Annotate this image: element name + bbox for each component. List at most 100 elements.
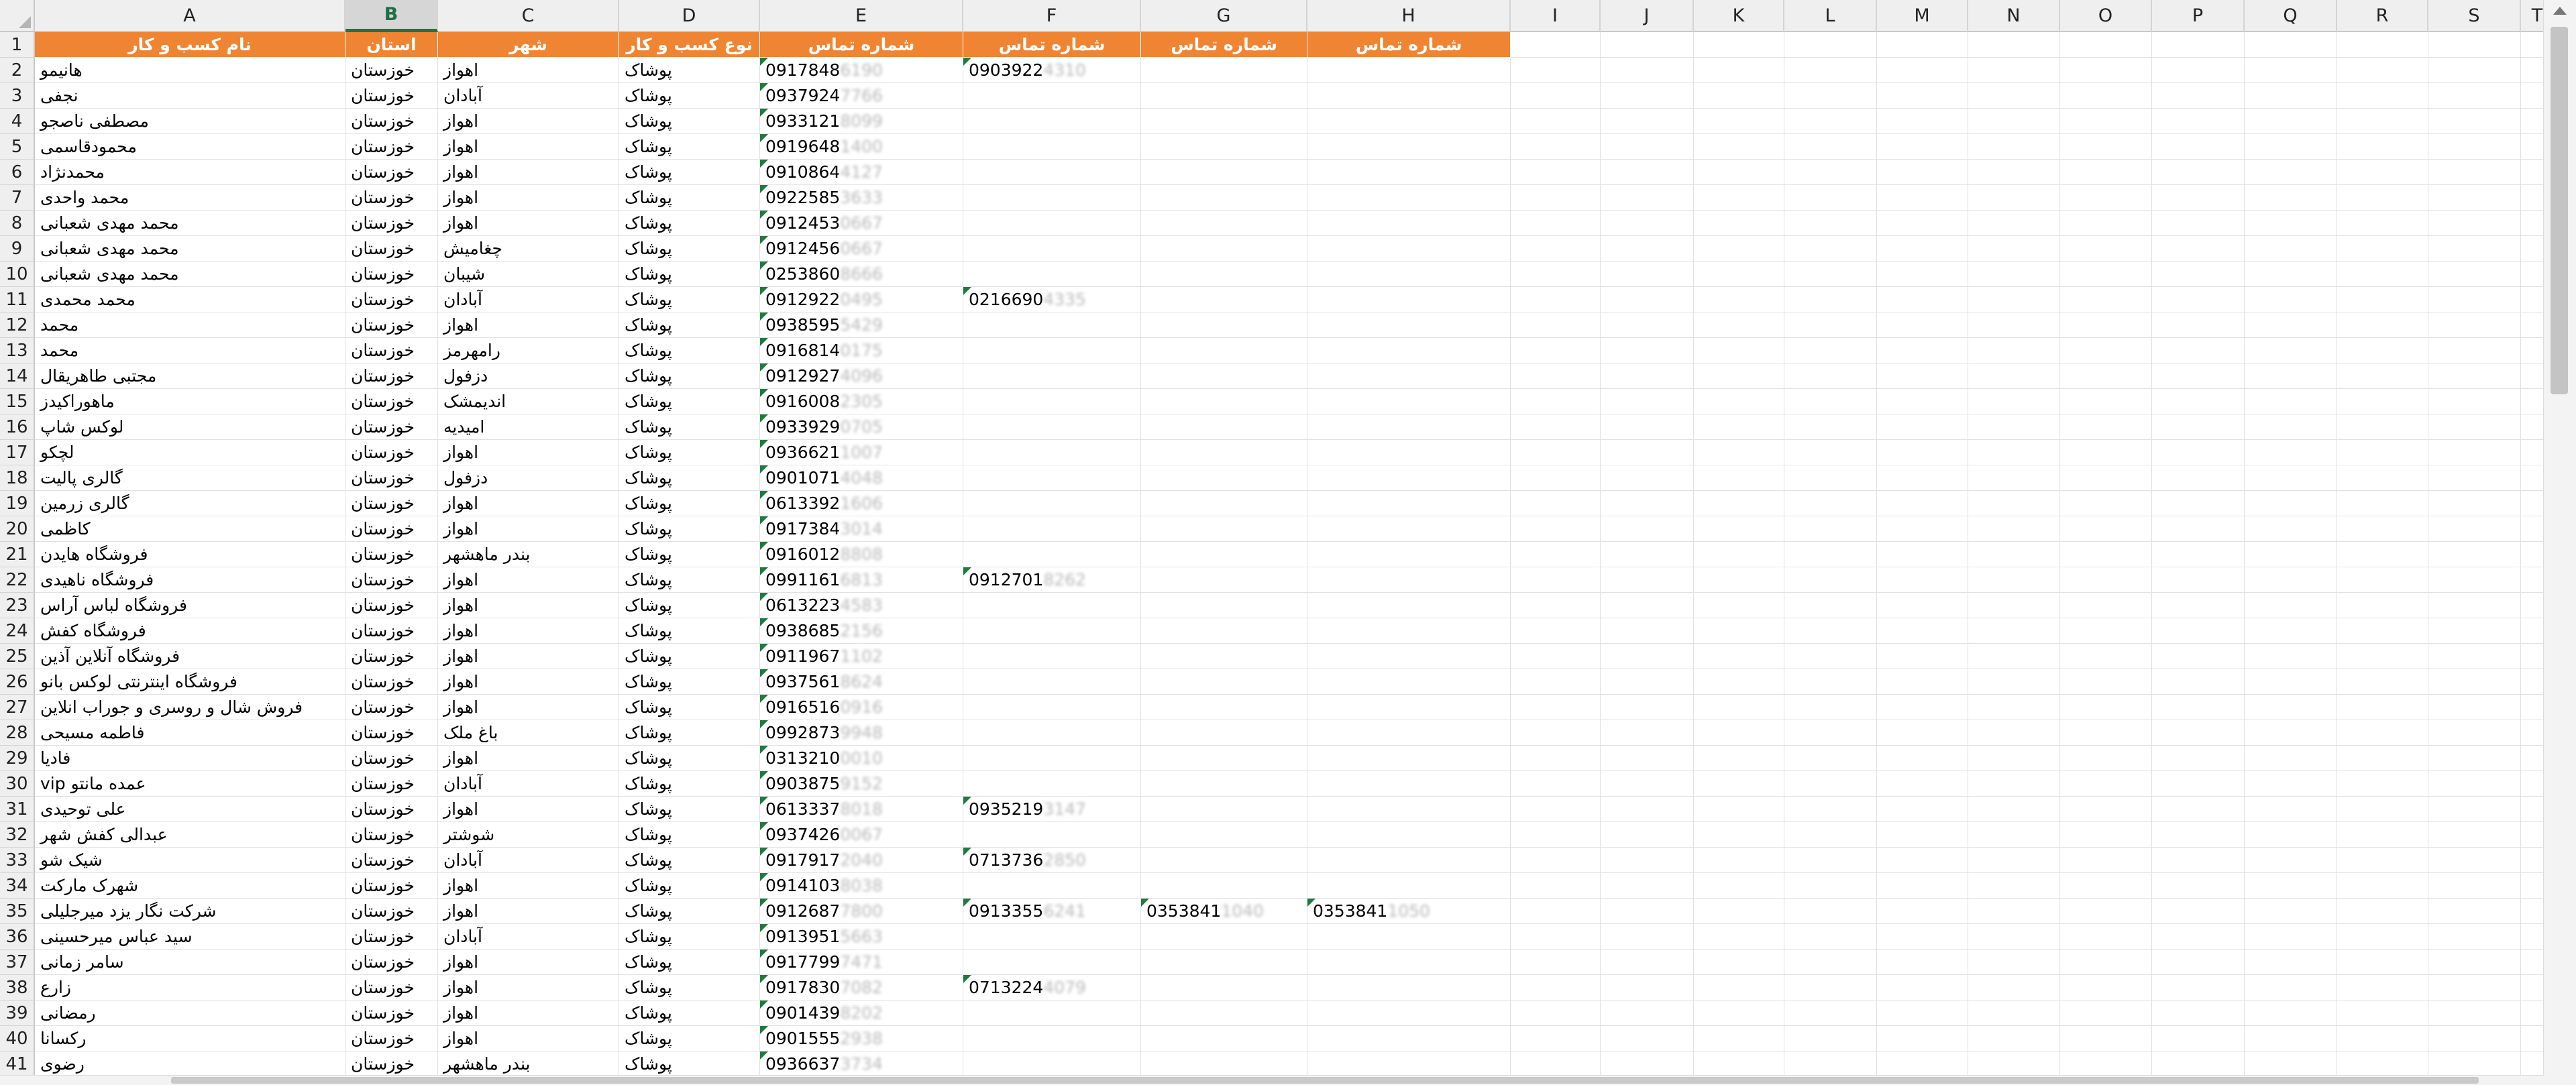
cell-empty[interactable]	[1694, 924, 1784, 950]
business-type-cell[interactable]: پوشاک	[619, 695, 760, 720]
cell-empty[interactable]	[2060, 873, 2152, 899]
city-cell[interactable]: اهواز	[438, 109, 619, 134]
phone-4-cell[interactable]	[1307, 516, 1511, 542]
phone-cell[interactable]: 09124560667	[760, 236, 963, 262]
cell-empty[interactable]	[1784, 822, 1877, 848]
cell-empty[interactable]	[1968, 848, 2060, 873]
cell-empty[interactable]	[1877, 363, 1968, 389]
cell-empty[interactable]	[2337, 414, 2428, 440]
cell-empty[interactable]	[1877, 899, 1968, 924]
column-header-i[interactable]: I	[1511, 0, 1601, 32]
city-cell[interactable]: اهواز	[438, 516, 619, 542]
phone-3-cell[interactable]	[1141, 185, 1307, 211]
phone-cell[interactable]: 09173843014	[760, 516, 963, 542]
column-header-a[interactable]: A	[35, 0, 345, 32]
cell-empty[interactable]	[2428, 950, 2521, 975]
business-name-cell[interactable]: فروشگاه هایدن	[35, 542, 345, 567]
row-header[interactable]: 33	[0, 848, 35, 873]
cell-empty[interactable]	[1968, 873, 2060, 899]
cell-empty[interactable]	[1601, 975, 1694, 1001]
phone-cell[interactable]: 09129220495	[760, 287, 963, 312]
cell-empty[interactable]	[2245, 109, 2337, 134]
province-cell[interactable]: خوزستان	[345, 440, 438, 465]
phone-cell[interactable]: 09015552938	[760, 1026, 963, 1051]
phone-2-cell[interactable]	[963, 1026, 1141, 1051]
row-header[interactable]: 22	[0, 567, 35, 593]
province-cell[interactable]: خوزستان	[345, 1051, 438, 1077]
cell-empty[interactable]	[2245, 211, 2337, 236]
phone-4-cell[interactable]	[1307, 236, 1511, 262]
row-header[interactable]: 26	[0, 669, 35, 695]
phone-3-cell[interactable]	[1141, 58, 1307, 83]
cell-empty[interactable]	[1694, 669, 1784, 695]
cell-empty[interactable]	[2428, 567, 2521, 593]
cell-empty[interactable]	[2152, 465, 2245, 491]
cell-empty[interactable]	[2428, 542, 2521, 567]
phone-3-cell[interactable]	[1141, 669, 1307, 695]
city-cell[interactable]: چغامیش	[438, 236, 619, 262]
row-header[interactable]: 3	[0, 83, 35, 109]
cell-empty[interactable]	[1601, 109, 1694, 134]
vertical-scroll-thumb[interactable]	[2551, 27, 2568, 394]
phone-2-cell[interactable]	[963, 160, 1141, 185]
business-name-cell[interactable]: فروشگاه آنلاین آذین	[35, 644, 345, 669]
cell-empty[interactable]	[1601, 848, 1694, 873]
cell-empty[interactable]	[1694, 491, 1784, 516]
cell-empty[interactable]	[1877, 924, 1968, 950]
cell-empty[interactable]	[1784, 899, 1877, 924]
row-header[interactable]: 39	[0, 1001, 35, 1026]
business-name-cell[interactable]: گالری زرمین	[35, 491, 345, 516]
phone-3-cell[interactable]	[1141, 593, 1307, 618]
city-cell[interactable]: رامهرمز	[438, 338, 619, 363]
cell-empty[interactable]	[2428, 465, 2521, 491]
cell-empty[interactable]	[2337, 720, 2428, 746]
cell-empty[interactable]	[2060, 338, 2152, 363]
cell-empty[interactable]	[2428, 669, 2521, 695]
cell-empty[interactable]	[2428, 644, 2521, 669]
cell-empty[interactable]	[1784, 465, 1877, 491]
cell-empty[interactable]	[2337, 975, 2428, 1001]
business-type-cell[interactable]: پوشاک	[619, 287, 760, 312]
business-name-cell[interactable]: محمد	[35, 312, 345, 338]
cell-empty[interactable]	[2245, 185, 2337, 211]
row-header[interactable]: 36	[0, 924, 35, 950]
phone-2-cell[interactable]	[963, 389, 1141, 414]
business-name-cell[interactable]: عمده مانتو vip	[35, 771, 345, 797]
province-cell[interactable]: خوزستان	[345, 848, 438, 873]
cell-empty[interactable]	[1511, 1051, 1601, 1077]
cell-empty[interactable]	[1511, 516, 1601, 542]
phone-2-cell[interactable]	[963, 873, 1141, 899]
business-name-cell[interactable]: گالری پالیت	[35, 465, 345, 491]
business-name-cell[interactable]: فروش شال و روسری و جوراب انلاین	[35, 695, 345, 720]
province-cell[interactable]: خوزستان	[345, 975, 438, 1001]
phone-2-cell[interactable]	[963, 924, 1141, 950]
business-type-cell[interactable]: پوشاک	[619, 440, 760, 465]
business-name-cell[interactable]: نجفی	[35, 83, 345, 109]
province-cell[interactable]: خوزستان	[345, 924, 438, 950]
cell-empty[interactable]	[2245, 873, 2337, 899]
cell-empty[interactable]	[1968, 160, 2060, 185]
cell-empty[interactable]	[2060, 542, 2152, 567]
cell-empty[interactable]	[1694, 542, 1784, 567]
cell-empty[interactable]	[2060, 567, 2152, 593]
city-cell[interactable]: اهواز	[438, 797, 619, 822]
cell-empty[interactable]	[1511, 848, 1601, 873]
cell-empty[interactable]	[1601, 695, 1694, 720]
cell-empty[interactable]	[1968, 746, 2060, 771]
phone-2-cell[interactable]	[963, 746, 1141, 771]
cell-empty[interactable]	[2245, 771, 2337, 797]
phone-4-cell[interactable]	[1307, 465, 1511, 491]
business-type-cell[interactable]: پوشاک	[619, 516, 760, 542]
business-name-cell[interactable]: عبدالی کفش شهر	[35, 822, 345, 848]
cell-empty[interactable]	[1511, 924, 1601, 950]
cell-empty[interactable]	[1694, 618, 1784, 644]
phone-cell[interactable]: 09141038038	[760, 873, 963, 899]
row-header[interactable]: 25	[0, 644, 35, 669]
cell-empty[interactable]	[2245, 797, 2337, 822]
cell-empty[interactable]	[1784, 1001, 1877, 1026]
cell-empty[interactable]	[2152, 312, 2245, 338]
phone-2-cell[interactable]	[963, 134, 1141, 160]
cell-empty[interactable]	[1601, 720, 1694, 746]
business-name-cell[interactable]: محمد مهدی شعبانی	[35, 262, 345, 287]
cell-empty[interactable]	[2060, 1051, 2152, 1077]
